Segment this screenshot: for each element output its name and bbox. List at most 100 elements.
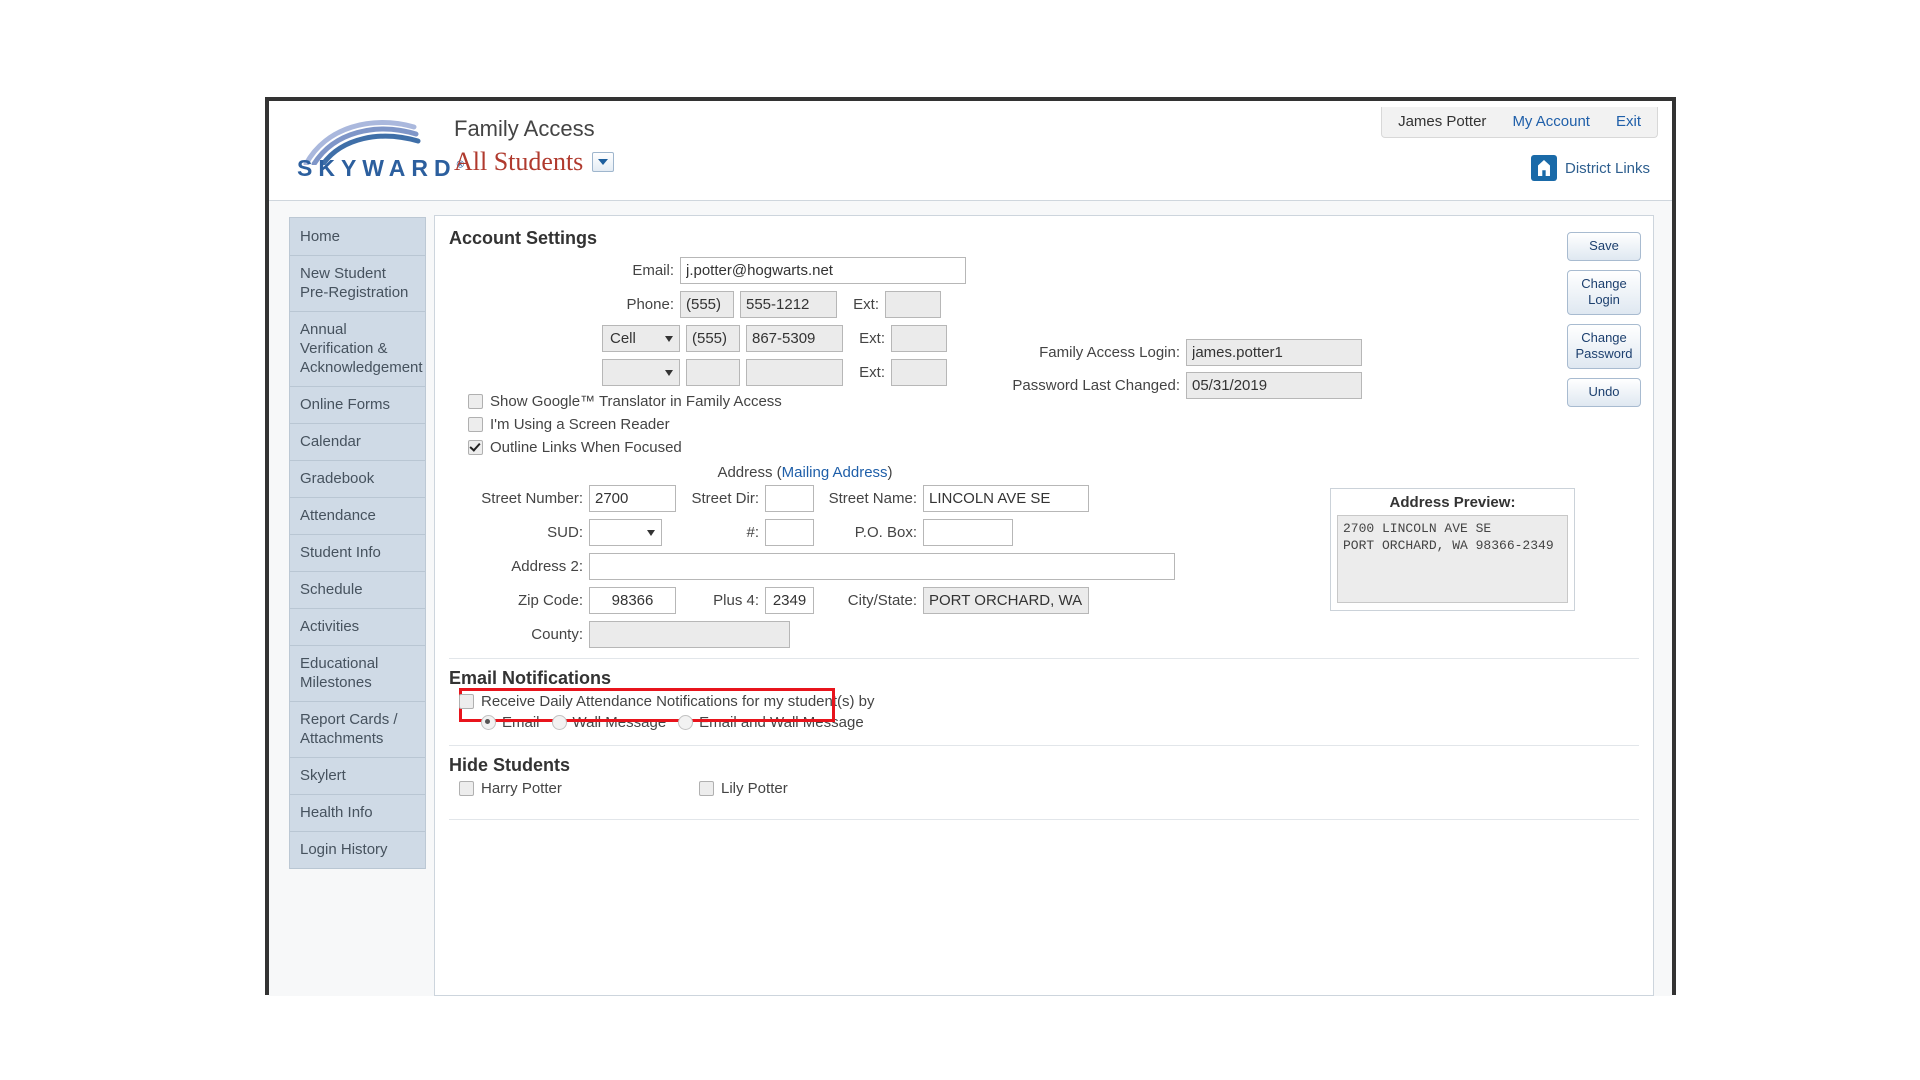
plus4-label: Plus 4: <box>713 592 759 609</box>
email-label: Email: <box>632 262 674 279</box>
district-links-label: District Links <box>1564 159 1650 177</box>
radio-email[interactable] <box>481 715 496 730</box>
po-box-label: P.O. Box: <box>854 524 917 541</box>
zip-field[interactable] <box>589 587 676 614</box>
sidebar-item-skylert[interactable]: Skylert <box>290 758 425 795</box>
sidebar-item-attendance[interactable]: Attendance <box>290 498 425 535</box>
student-selector[interactable]: All Students <box>454 149 615 175</box>
email-notifications-group: Receive Daily Attendance Notifications f… <box>459 688 1653 731</box>
phone3-ext-field[interactable] <box>891 359 947 386</box>
phone2-ext-field[interactable] <box>891 325 947 352</box>
po-box-field[interactable] <box>923 519 1013 546</box>
sidebar-item-home[interactable]: Home <box>290 218 425 256</box>
user-bar: James Potter My Account Exit <box>1381 107 1658 138</box>
phone2-area-code-field[interactable] <box>686 325 740 352</box>
screen-reader-checkbox[interactable] <box>468 417 483 432</box>
option-row-outline-links[interactable]: Outline Links When Focused <box>468 439 1653 456</box>
phone3-number-field[interactable] <box>746 359 843 386</box>
sidebar-nav: Home New Student Pre-Registration Annual… <box>289 217 426 869</box>
hide-students-heading: Hide Students <box>449 755 571 775</box>
sidebar-item-health-info[interactable]: Health Info <box>290 795 425 832</box>
chevron-down-icon <box>665 369 673 376</box>
my-account-link[interactable]: My Account <box>1512 113 1590 130</box>
password-last-changed-label: Password Last Changed: <box>1012 377 1180 394</box>
sidebar: Home New Student Pre-Registration Annual… <box>269 201 429 996</box>
street-dir-field[interactable] <box>765 485 814 512</box>
unit-field[interactable] <box>765 519 814 546</box>
daily-attendance-notifications-checkbox[interactable] <box>459 694 474 709</box>
street-number-field[interactable] <box>589 485 676 512</box>
account-form: Email: Phone: Ext: Cell <box>435 255 1653 820</box>
skyward-logo: SKYWARD® <box>294 117 464 187</box>
phone-area-code-field[interactable] <box>680 291 734 318</box>
radio-wall-message[interactable] <box>551 715 567 730</box>
sud-select[interactable] <box>589 519 662 546</box>
county-label: County: <box>531 626 583 643</box>
phone2-number-field[interactable] <box>746 325 843 352</box>
hide-student-lily-potter-label: Lily Potter <box>721 780 788 797</box>
email-field[interactable] <box>680 257 966 284</box>
phone-number-field[interactable] <box>740 291 837 318</box>
phone-ext-field[interactable] <box>885 291 941 318</box>
city-state-label: City/State: <box>847 592 917 609</box>
family-access-login-field[interactable] <box>1186 339 1362 366</box>
street-name-field[interactable] <box>923 485 1089 512</box>
password-last-changed-field[interactable] <box>1186 372 1362 399</box>
sidebar-item-calendar[interactable]: Calendar <box>290 424 425 461</box>
hide-student-harry-potter-checkbox[interactable] <box>459 781 474 796</box>
phone3-type-select[interactable] <box>602 359 680 386</box>
district-links-button[interactable]: District Links <box>1530 155 1650 181</box>
sidebar-item-educational-milestones[interactable]: Educational Milestones <box>290 646 425 702</box>
plus4-field[interactable] <box>765 587 814 614</box>
chevron-down-icon[interactable] <box>592 152 615 172</box>
daily-attendance-row[interactable]: Receive Daily Attendance Notifications f… <box>459 693 1653 710</box>
main-content: Account Settings Save Change Login Chang… <box>434 215 1654 996</box>
hide-student-lily-potter-checkbox[interactable] <box>699 781 714 796</box>
hide-students-group: Harry Potter Lily Potter <box>459 780 1653 803</box>
hide-student-row-lily[interactable]: Lily Potter <box>699 780 788 797</box>
show-google-translator-label: Show Google™ Translator in Family Access <box>490 393 782 410</box>
county-row: County: <box>449 621 1653 648</box>
notification-method-radio-group: Email Wall Message Email and Wall Messag… <box>481 714 1653 731</box>
address-preview-title: Address Preview: <box>1389 494 1516 511</box>
radio-email-label: Email <box>502 714 540 731</box>
password-last-changed-row: Password Last Changed: <box>961 372 1362 399</box>
zip-label: Zip Code: <box>517 592 583 609</box>
hide-student-harry-potter-label: Harry Potter <box>481 780 562 797</box>
address-preview-text: 2700 LINCOLN AVE SE PORT ORCHARD, WA 983… <box>1337 515 1568 603</box>
sidebar-item-student-info[interactable]: Student Info <box>290 535 425 572</box>
page-header: SKYWARD® Family Access All Students Jame… <box>269 101 1672 200</box>
sidebar-item-report-cards-attachments[interactable]: Report Cards / Attachments <box>290 702 425 758</box>
sidebar-item-annual-verification[interactable]: Annual Verification & Acknowledgement <box>290 312 425 387</box>
user-name: James Potter <box>1398 113 1487 130</box>
outline-links-label: Outline Links When Focused <box>490 439 682 456</box>
hide-student-row-harry[interactable]: Harry Potter <box>459 780 699 797</box>
phone-label: Phone: <box>626 296 674 313</box>
radio-email-and-wall-message[interactable] <box>678 715 694 730</box>
phone3-area-code-field[interactable] <box>686 359 740 386</box>
street-name-label: Street Name: <box>828 490 917 507</box>
sidebar-item-activities[interactable]: Activities <box>290 609 425 646</box>
city-state-field[interactable] <box>923 587 1089 614</box>
phone2-type-select[interactable]: Cell <box>602 325 680 352</box>
sidebar-item-gradebook[interactable]: Gradebook <box>290 461 425 498</box>
chevron-down-icon <box>665 335 673 342</box>
daily-attendance-notifications-label: Receive Daily Attendance Notifications f… <box>481 693 875 710</box>
sidebar-item-online-forms[interactable]: Online Forms <box>290 387 425 424</box>
exit-link[interactable]: Exit <box>1616 113 1641 130</box>
page-title: Family Access <box>454 116 595 141</box>
address2-field[interactable] <box>589 553 1175 580</box>
mailing-address-link[interactable]: Mailing Address <box>782 464 888 481</box>
sidebar-item-login-history[interactable]: Login History <box>290 832 425 869</box>
county-field[interactable] <box>589 621 790 648</box>
option-row-screen-reader[interactable]: I'm Using a Screen Reader <box>468 416 1653 433</box>
show-google-translator-checkbox[interactable] <box>468 394 483 409</box>
address-heading-text: Address ( <box>717 464 782 481</box>
street-dir-label: Street Dir: <box>691 490 759 507</box>
outline-links-checkbox[interactable] <box>468 440 483 455</box>
family-access-login-row: Family Access Login: <box>985 339 1362 366</box>
skyward-wordmark: SKYWARD® <box>297 155 464 181</box>
sidebar-item-new-student-pre-registration[interactable]: New Student Pre-Registration <box>290 256 425 312</box>
family-access-login-label: Family Access Login: <box>1039 344 1180 361</box>
sidebar-item-schedule[interactable]: Schedule <box>290 572 425 609</box>
